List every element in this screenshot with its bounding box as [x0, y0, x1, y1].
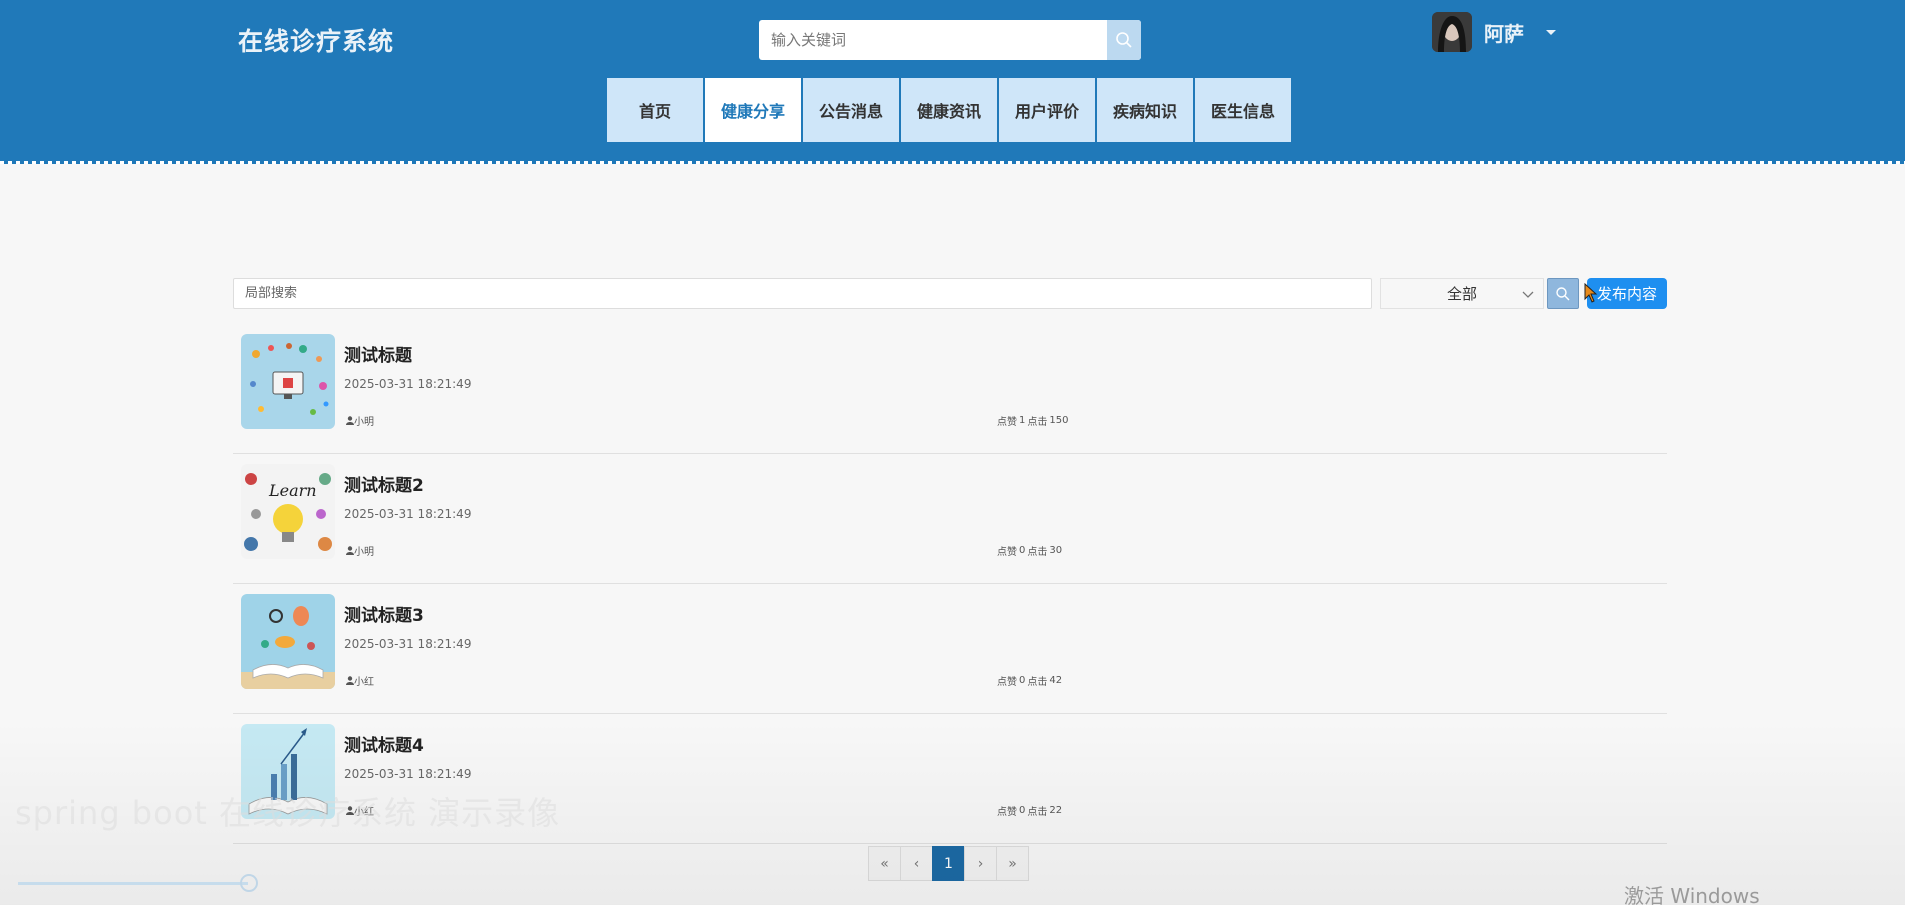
clicks-count: 30: [1049, 545, 1063, 556]
post-thumbnail[interactable]: Learn: [241, 464, 335, 559]
cursor-icon: [1584, 283, 1598, 303]
publish-button[interactable]: 发布内容: [1587, 278, 1667, 309]
category-select[interactable]: 全部: [1380, 278, 1544, 309]
filter-search-button[interactable]: [1547, 278, 1579, 309]
local-search-input[interactable]: [234, 279, 1371, 308]
likes-count: 1: [1019, 415, 1026, 426]
likes-label: 点赞: [997, 807, 1017, 818]
page-next-button[interactable]: ›: [964, 846, 997, 881]
nav-item-announcements[interactable]: 公告消息: [803, 78, 899, 142]
likes-label: 点赞: [997, 547, 1017, 558]
list-item[interactable]: 测试标题 2025-03-31 18:21:49 小明 点赞 1 点击 150: [233, 324, 1667, 454]
search-icon: [1556, 286, 1570, 300]
nav-item-health-news[interactable]: 健康资讯: [901, 78, 997, 142]
post-date: 2025-03-31 18:21:49: [344, 767, 472, 781]
post-stats: 点赞 0 点击 42: [997, 673, 1064, 688]
clicks-label: 点击: [1027, 417, 1048, 428]
post-title[interactable]: 测试标题2: [344, 471, 424, 496]
likes-count: 0: [1019, 805, 1026, 816]
site-header: 在线诊疗系统 阿萨 首页 健康分享 公告消息 健康资讯 用户评价 疾病知识 医生…: [0, 0, 1905, 164]
list-item[interactable]: Learn 测试标题2 2025-03-31 18:21:49 小明 点赞 0 …: [233, 454, 1667, 584]
page-last-button[interactable]: »: [996, 846, 1029, 881]
user-icon: [346, 676, 354, 685]
site-logo[interactable]: 在线诊疗系统: [238, 22, 394, 58]
main-nav: 首页 健康分享 公告消息 健康资讯 用户评价 疾病知识 医生信息: [607, 78, 1293, 142]
post-date: 2025-03-31 18:21:49: [344, 377, 472, 391]
post-title[interactable]: 测试标题3: [344, 601, 424, 626]
nav-item-user-reviews[interactable]: 用户评价: [999, 78, 1095, 142]
clicks-label: 点击: [1027, 807, 1048, 818]
likes-count: 0: [1019, 675, 1026, 686]
post-author: 小明: [346, 543, 374, 558]
post-date: 2025-03-31 18:21:49: [344, 507, 472, 521]
filter-bar: 全部 发布内容: [233, 278, 1667, 310]
post-author: 小红: [346, 673, 374, 688]
clicks-label: 点击: [1027, 677, 1048, 688]
user-icon: [346, 416, 354, 425]
page-first-button[interactable]: «: [868, 846, 901, 881]
post-stats: 点赞 1 点击 150: [997, 413, 1070, 428]
global-search-input[interactable]: [771, 20, 1101, 60]
video-progress-track[interactable]: [18, 882, 248, 885]
global-search: [759, 20, 1141, 60]
pagination: « ‹ 1 › »: [868, 846, 1029, 881]
nav-item-home[interactable]: 首页: [607, 78, 703, 142]
local-search: [233, 278, 1372, 309]
post-title[interactable]: 测试标题: [344, 341, 412, 366]
user-menu[interactable]: 阿萨: [1432, 12, 1556, 52]
clicks-count: 22: [1049, 805, 1063, 816]
likes-label: 点赞: [997, 677, 1017, 688]
post-author: 小明: [346, 413, 374, 428]
video-caption: spring boot 在线诊疗系统 演示录像: [15, 794, 561, 832]
clicks-count: 42: [1049, 675, 1063, 686]
user-icon: [346, 546, 354, 555]
post-thumbnail[interactable]: [241, 334, 335, 429]
post-stats: 点赞 0 点击 22: [997, 803, 1064, 818]
clicks-count: 150: [1049, 415, 1069, 426]
clicks-label: 点击: [1027, 547, 1048, 558]
chevron-down-icon[interactable]: [1546, 29, 1556, 35]
username[interactable]: 阿萨: [1484, 18, 1524, 47]
post-title[interactable]: 测试标题4: [344, 731, 424, 756]
chevron-down-icon: [1522, 291, 1534, 298]
search-icon: [1116, 32, 1132, 48]
video-progress-handle[interactable]: [240, 874, 258, 892]
windows-watermark: 激活 Windows: [1624, 884, 1760, 905]
nav-item-disease-knowledge[interactable]: 疾病知识: [1097, 78, 1193, 142]
nav-item-health-share[interactable]: 健康分享: [705, 78, 801, 142]
global-search-button[interactable]: [1107, 20, 1141, 60]
page-number-button[interactable]: 1: [932, 846, 965, 881]
category-select-value: 全部: [1446, 285, 1477, 303]
likes-label: 点赞: [997, 417, 1017, 428]
post-date: 2025-03-31 18:21:49: [344, 637, 472, 651]
post-thumbnail[interactable]: [241, 594, 335, 689]
page-prev-button[interactable]: ‹: [900, 846, 933, 881]
likes-count: 0: [1019, 545, 1026, 556]
post-list: 测试标题 2025-03-31 18:21:49 小明 点赞 1 点击 150 …: [233, 324, 1667, 844]
nav-item-doctor-info[interactable]: 医生信息: [1195, 78, 1291, 142]
avatar-image: [1432, 12, 1472, 52]
avatar[interactable]: [1432, 12, 1472, 52]
svg-text:Learn: Learn: [268, 481, 317, 500]
list-item[interactable]: 测试标题3 2025-03-31 18:21:49 小红 点赞 0 点击 42: [233, 584, 1667, 714]
post-stats: 点赞 0 点击 30: [997, 543, 1064, 558]
